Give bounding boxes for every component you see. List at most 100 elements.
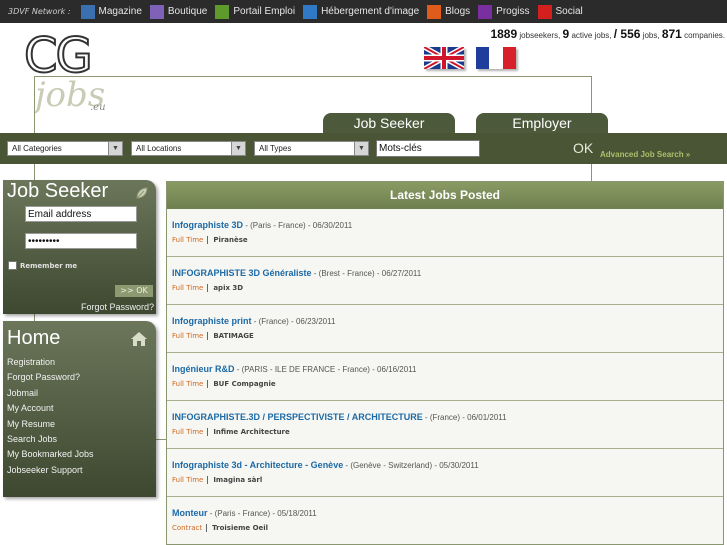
job-details: Full Time Imagina sàrl <box>172 476 723 484</box>
remember-label: Remember me <box>20 261 78 270</box>
soc-icon <box>537 4 552 19</box>
shop-icon <box>149 4 164 19</box>
job-details: Full Time Infime Architecture <box>172 428 723 436</box>
keywords-input[interactable]: Mots-clés <box>376 140 480 157</box>
job-details: Full Time Piranèse <box>172 236 723 244</box>
jobseekers-count: 1889 <box>490 27 518 41</box>
job-meta: - (Paris - France) - 05/18/2011 <box>207 509 317 518</box>
job-row: Infographiste print - (France) - 06/23/2… <box>167 305 723 353</box>
remember-checkbox[interactable] <box>8 261 17 270</box>
job-company[interactable]: Infime Architecture <box>213 428 289 436</box>
job-meta: - (France) - 06/01/2011 <box>422 413 507 422</box>
job-company[interactable]: Piranèse <box>213 236 247 244</box>
job-type: Contract <box>172 524 208 532</box>
mag-icon <box>80 4 95 19</box>
job-row: Infographiste 3d - Architecture - Genève… <box>167 449 723 497</box>
network-item-blog[interactable]: Blogs <box>427 4 471 19</box>
category-value: All Categories <box>12 144 62 153</box>
network-item-label: Portail Emploi <box>233 6 296 17</box>
chevron-down-icon: ▼ <box>231 142 245 155</box>
network-item-label: Progiss <box>496 6 530 17</box>
home-link[interactable]: Forgot Password? <box>7 370 156 385</box>
home-link[interactable]: Search Jobs <box>7 432 156 447</box>
companies-count: 871 <box>661 27 682 41</box>
logo-eu: .eu <box>90 102 106 113</box>
category-select[interactable]: All Categories ▼ <box>7 141 123 156</box>
job-title-link[interactable]: Monteur <box>172 508 208 518</box>
job-line: Infographiste 3D - (Paris - France) - 06… <box>172 220 723 230</box>
job-type: Full Time <box>172 428 209 436</box>
search-bar: All Categories ▼ All Locations ▼ All Typ… <box>0 133 727 164</box>
job-title-link[interactable]: Infographiste 3d - Architecture - Genève <box>172 460 343 470</box>
job-company[interactable]: Troisieme Oeil <box>212 524 268 532</box>
home-link[interactable]: My Resume <box>7 417 156 432</box>
job-company[interactable]: Imagina sàrl <box>213 476 262 484</box>
network-item-label: Social <box>555 6 583 17</box>
up-icon <box>303 4 318 19</box>
type-value: All Types <box>259 144 292 153</box>
job-title-link[interactable]: INFOGRAPHISTE 3D Généraliste <box>172 268 312 278</box>
job-type: Full Time <box>172 380 209 388</box>
logo-cg: CG <box>23 28 94 84</box>
advanced-search-link[interactable]: Advanced Job Search » <box>600 150 690 159</box>
type-select[interactable]: All Types ▼ <box>254 141 369 156</box>
network-item-soc[interactable]: Social <box>537 4 583 19</box>
password-field[interactable] <box>25 233 137 249</box>
job-line: Infographiste print - (France) - 06/23/2… <box>172 316 723 326</box>
job-type: Full Time <box>172 236 209 244</box>
job-title-link[interactable]: Infographiste print <box>172 316 252 326</box>
network-item-mag[interactable]: Magazine <box>80 4 142 19</box>
job-details: Full Time BATIMAGE <box>172 332 723 340</box>
network-item-label: Blogs <box>445 6 471 17</box>
job-icon <box>215 4 230 19</box>
email-field[interactable] <box>25 206 137 222</box>
job-line: Monteur - (Paris - France) - 05/18/2011 <box>172 508 723 518</box>
site-logo[interactable]: CG jobs .eu <box>23 28 592 440</box>
login-ok-button[interactable]: >> OK <box>115 285 153 297</box>
english-flag-icon[interactable] <box>424 47 464 69</box>
home-link[interactable]: My Bookmarked Jobs <box>7 447 156 462</box>
network-item-pr[interactable]: Progiss <box>478 4 530 19</box>
active-jobs-label: active jobs, <box>571 31 612 40</box>
network-item-up[interactable]: Hébergement d'image <box>303 4 419 19</box>
job-meta: - (France) - 06/23/2011 <box>251 317 336 326</box>
network-label: 3DVF Network : <box>8 7 71 16</box>
job-type: Full Time <box>172 284 209 292</box>
latest-jobs-title: Latest Jobs Posted <box>167 182 723 209</box>
job-company[interactable]: BUF Compagnie <box>213 380 275 388</box>
job-title-link[interactable]: Infographiste 3D <box>172 220 243 230</box>
job-meta: - (Genève - Switzerland) - 05/30/2011 <box>343 461 479 470</box>
forgot-password-link[interactable]: Forgot Password? <box>81 302 154 312</box>
job-details: Full Time apix 3D <box>172 284 723 292</box>
search-ok-button[interactable]: OK <box>573 140 593 156</box>
job-type: Full Time <box>172 476 209 484</box>
location-value: All Locations <box>136 144 182 153</box>
job-title-link[interactable]: INFOGRAPHISTE.3D / PERSPECTIVISTE / ARCH… <box>172 412 423 422</box>
home-box: Home Registration Forgot Password? Jobmail… <box>3 321 156 497</box>
job-title-link[interactable]: Ingénieur R&D <box>172 364 235 374</box>
job-meta: - (Paris - France) - 06/30/2011 <box>243 221 353 230</box>
job-type: Full Time <box>172 332 209 340</box>
chevron-down-icon: ▼ <box>354 142 368 155</box>
leaf-icon <box>134 185 150 201</box>
location-select[interactable]: All Locations ▼ <box>131 141 246 156</box>
home-link[interactable]: My Account <box>7 401 156 416</box>
home-link[interactable]: Registration <box>7 355 156 370</box>
french-flag-icon[interactable] <box>476 47 516 69</box>
jobs-count: / 556 <box>613 27 641 41</box>
job-meta: - (PARIS - ILE DE FRANCE - France) - 06/… <box>234 365 417 374</box>
home-link[interactable]: Jobmail <box>7 386 156 401</box>
latest-jobs-panel: Latest Jobs Posted Infographiste 3D - (P… <box>166 181 724 545</box>
job-company[interactable]: apix 3D <box>213 284 243 292</box>
remember-me[interactable]: Remember me <box>8 261 77 270</box>
network-item-shop[interactable]: Boutique <box>149 4 207 19</box>
tab-employer[interactable]: Employer <box>476 113 608 133</box>
job-row: INFOGRAPHISTE.3D / PERSPECTIVISTE / ARCH… <box>167 401 723 449</box>
jobseekers-label: jobseekers, <box>519 31 561 40</box>
job-company[interactable]: BATIMAGE <box>213 332 254 340</box>
tab-job-seeker[interactable]: Job Seeker <box>323 113 455 133</box>
job-row: INFOGRAPHISTE 3D Généraliste - (Brest - … <box>167 257 723 305</box>
home-link[interactable]: Jobseeker Support <box>7 463 156 478</box>
network-item-job[interactable]: Portail Emploi <box>215 4 296 19</box>
network-item-label: Magazine <box>98 6 142 17</box>
